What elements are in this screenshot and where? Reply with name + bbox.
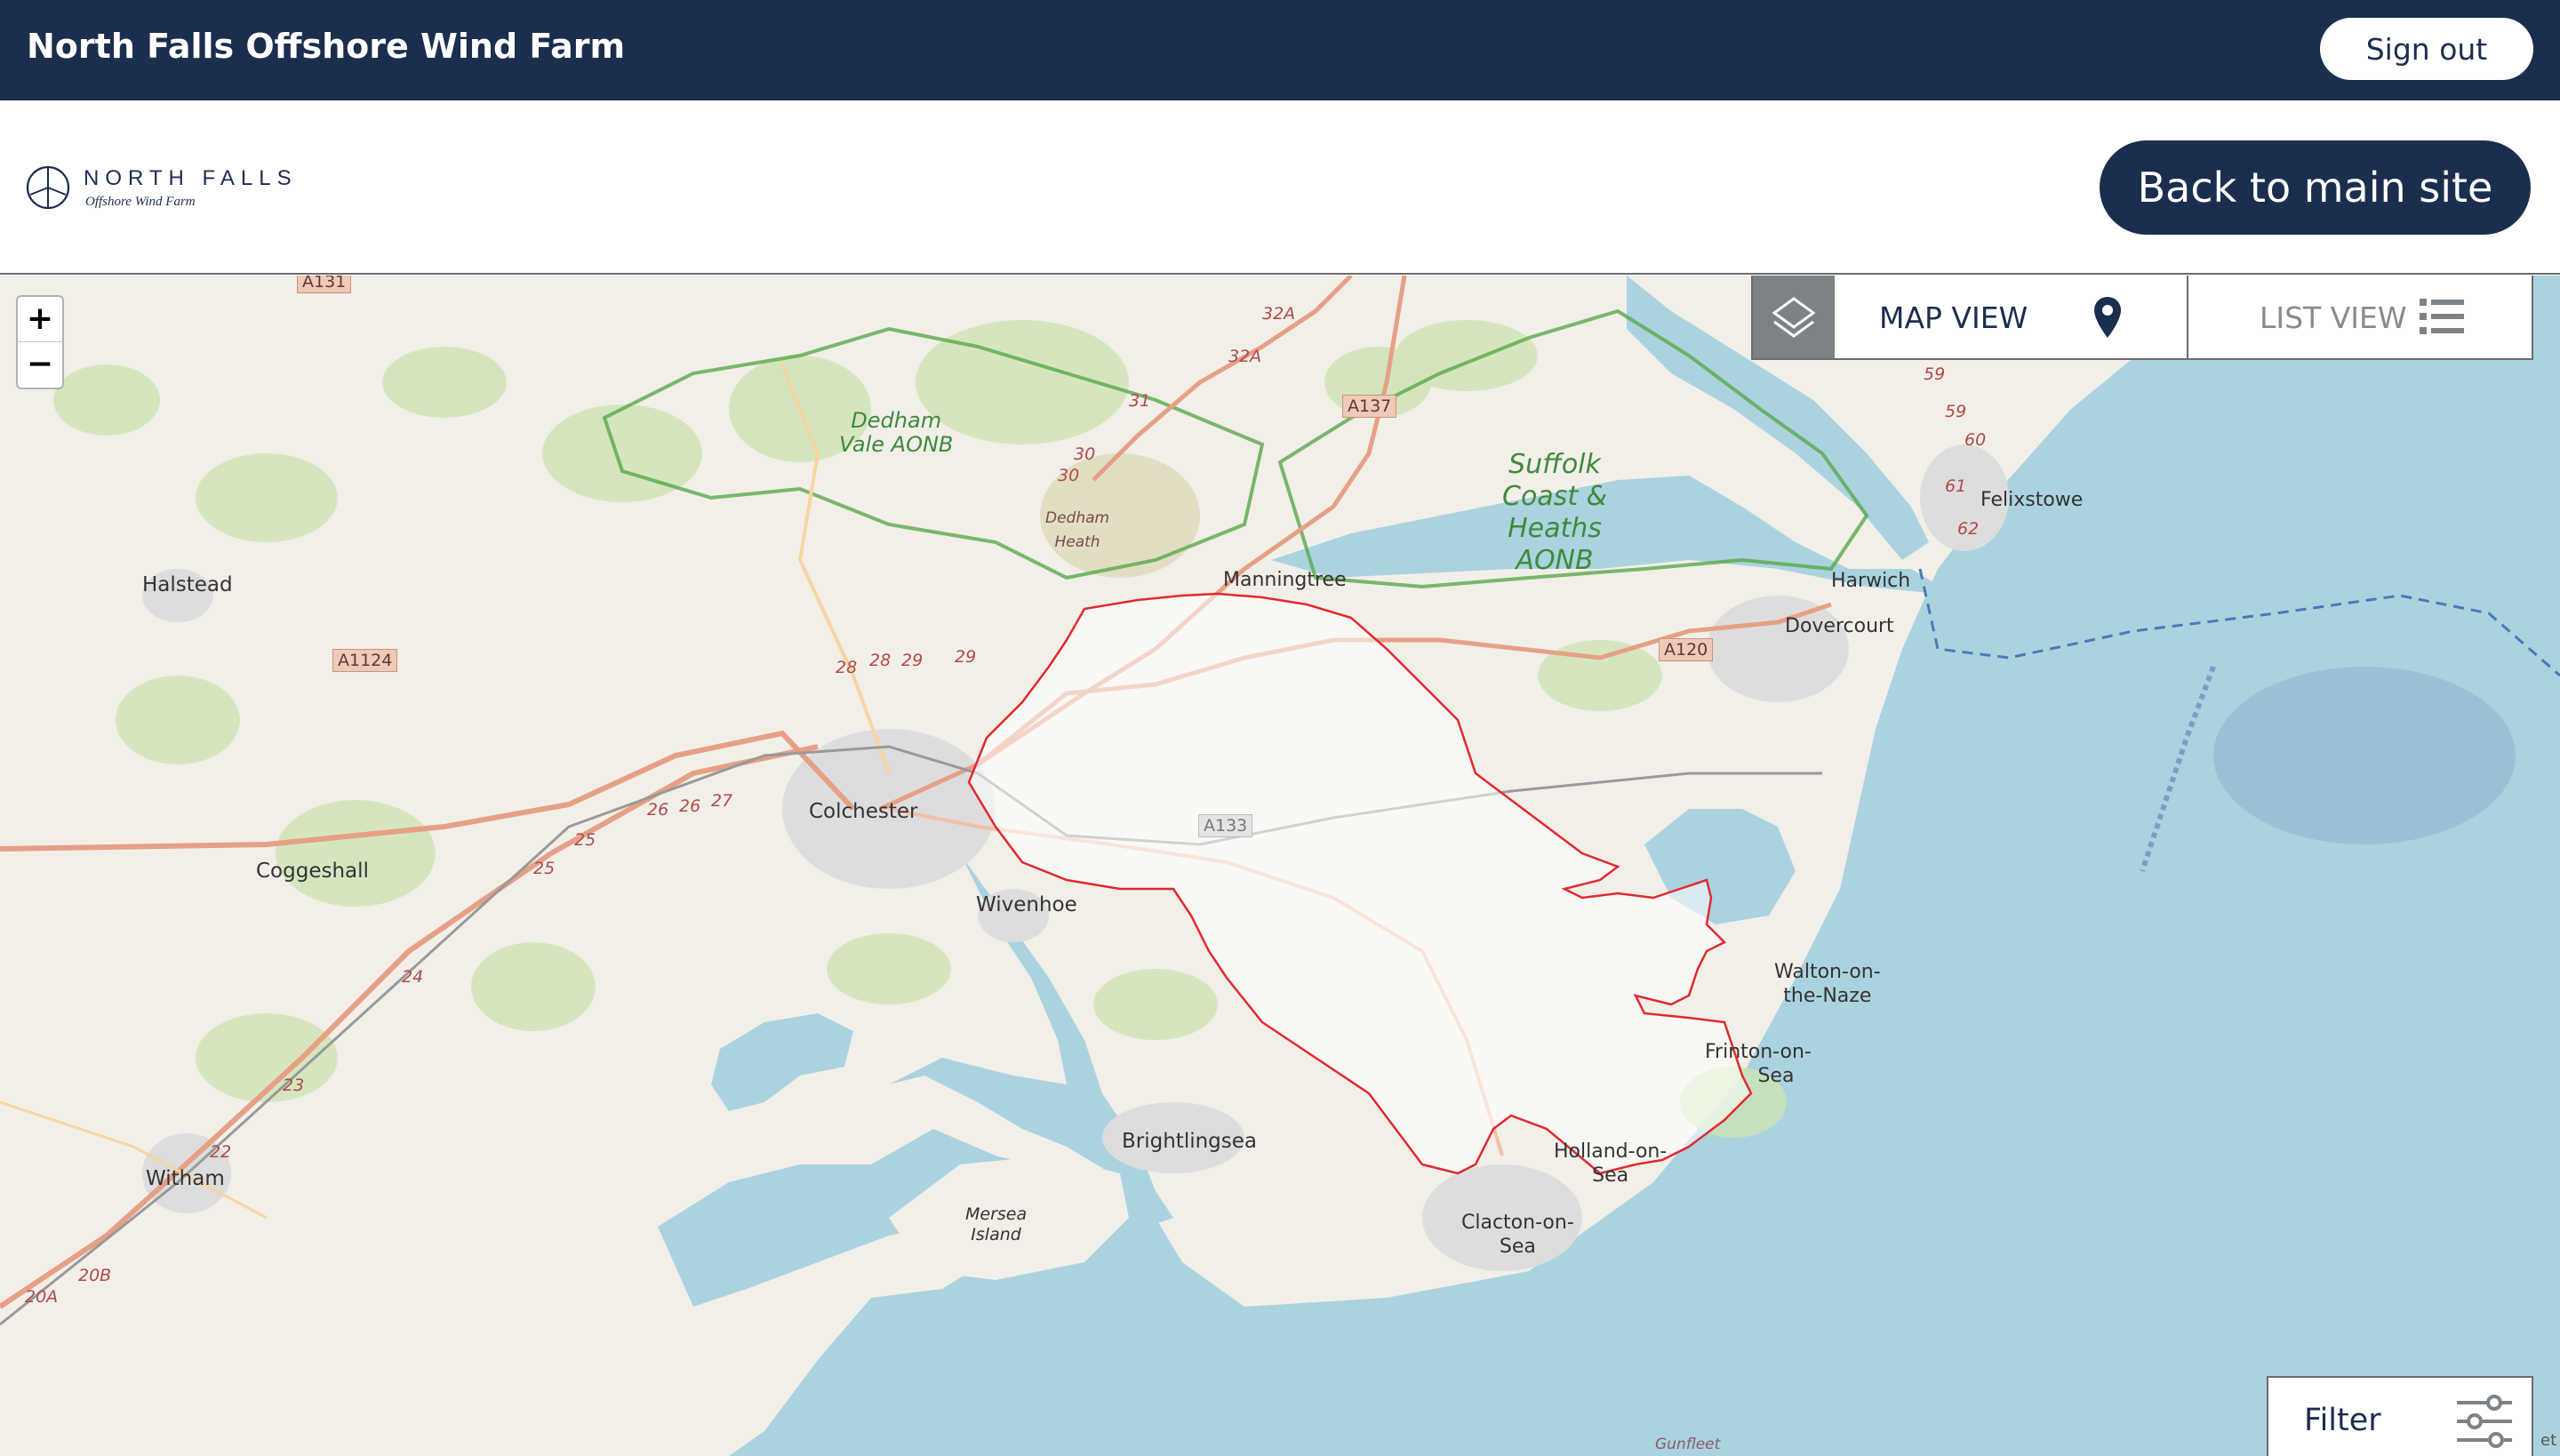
junction-label: 59 bbox=[1924, 364, 1946, 384]
junction-label: 28 bbox=[869, 651, 892, 670]
place-label-felixstowe: Felixstowe bbox=[1980, 489, 2084, 511]
sliders-icon bbox=[2457, 1395, 2512, 1448]
place-label-clacton: Clacton-on- Sea bbox=[1461, 1212, 1574, 1258]
north-falls-logo[interactable]: NORTH FALLS Offshore Wind Farm bbox=[25, 163, 327, 225]
logo-wordmark: NORTH FALLS bbox=[84, 166, 298, 190]
junction-label: 25 bbox=[533, 859, 556, 878]
junction-label: 27 bbox=[711, 791, 733, 811]
junction-label: 26 bbox=[647, 800, 669, 820]
logo-tagline: Offshore Wind Farm bbox=[85, 195, 196, 209]
junction-label: 20B bbox=[78, 1266, 112, 1285]
filter-button[interactable]: Filter bbox=[2267, 1376, 2533, 1456]
junction-label: 29 bbox=[901, 651, 924, 670]
back-to-main-site-button[interactable]: Back to main site bbox=[2100, 140, 2531, 235]
junction-label: 62 bbox=[1957, 519, 1980, 539]
place-label-halstead: Halstead bbox=[142, 573, 233, 596]
junction-label: 29 bbox=[955, 647, 977, 667]
turbine-logo-icon bbox=[26, 165, 70, 210]
aonb-label-dedham-vale: Dedham Vale AONB bbox=[839, 408, 954, 457]
junction-label: 30 bbox=[1058, 466, 1080, 485]
junction-label: 61 bbox=[1945, 476, 1967, 496]
place-label-colchester: Colchester bbox=[809, 800, 918, 823]
filter-label: Filter bbox=[2304, 1403, 2381, 1438]
junction-label: 30 bbox=[1074, 444, 1096, 464]
layers-button[interactable] bbox=[1753, 276, 1835, 358]
junction-label: 31 bbox=[1129, 391, 1151, 411]
map-view-label: MAP VIEW bbox=[1879, 300, 2028, 335]
junction-label: 60 bbox=[1964, 430, 1987, 450]
junction-label: 25 bbox=[574, 830, 596, 850]
junction-label: 32A bbox=[1262, 304, 1296, 324]
junction-label: 24 bbox=[402, 967, 424, 987]
junction-label: 28 bbox=[836, 658, 858, 677]
map-pin-icon bbox=[2094, 297, 2121, 338]
junction-label: 22 bbox=[210, 1142, 232, 1162]
place-label-wivenhoe: Wivenhoe bbox=[976, 893, 1077, 916]
top-bar: North Falls Offshore Wind Farm Sign out bbox=[0, 0, 2560, 100]
place-label-coggeshall: Coggeshall bbox=[256, 860, 369, 883]
list-icon bbox=[2420, 299, 2464, 334]
map-attribution[interactable]: et bbox=[2540, 1431, 2556, 1450]
layers-icon bbox=[1772, 297, 1816, 338]
place-label-walton: Walton-on-the-Naze bbox=[1774, 961, 1881, 1007]
aonb-label-suffolk-coast: Suffolk Coast & Heaths AONB bbox=[1502, 449, 1608, 576]
list-view-button[interactable]: LIST VIEW bbox=[2190, 276, 2533, 358]
wind-farm-array-area bbox=[2213, 667, 2516, 844]
place-label-harwich: Harwich bbox=[1831, 570, 1911, 592]
zoom-in-button[interactable]: + bbox=[18, 297, 62, 342]
list-view-label: LIST VIEW bbox=[2260, 300, 2407, 335]
map-view-button[interactable]: MAP VIEW bbox=[1835, 276, 2188, 358]
place-label-mersea-island: Mersea Island bbox=[965, 1204, 1028, 1244]
junction-label: 32A bbox=[1228, 347, 1262, 366]
road-shield-a133: A133 bbox=[1198, 814, 1253, 837]
app-title: North Falls Offshore Wind Farm bbox=[27, 27, 626, 66]
road-shield-a131: A131 bbox=[297, 276, 352, 293]
map-canvas[interactable]: Halstead Coggeshall Witham Colchester Wi… bbox=[0, 276, 2560, 1456]
road-shield-a1124: A1124 bbox=[332, 649, 398, 672]
place-label-gunfleet: Gunfleet bbox=[1655, 1436, 1721, 1453]
site-header: NORTH FALLS Offshore Wind Farm Back to m… bbox=[0, 100, 2560, 275]
place-label-witham: Witham bbox=[146, 1167, 225, 1190]
place-label-holland: Holland-on- Sea bbox=[1554, 1140, 1668, 1187]
view-toggle-bar: MAP VIEW LIST VIEW bbox=[1751, 276, 2533, 360]
place-label-manningtree: Manningtree bbox=[1223, 569, 1347, 591]
road-shield-a120: A120 bbox=[1659, 638, 1714, 661]
place-label-brightlingsea: Brightlingsea bbox=[1122, 1130, 1258, 1153]
map-tiles[interactable] bbox=[0, 276, 2560, 1456]
zoom-control: + − bbox=[16, 295, 64, 389]
junction-label: 20A bbox=[25, 1287, 59, 1307]
road-shield-a137: A137 bbox=[1342, 395, 1397, 418]
place-label-dovercourt: Dovercourt bbox=[1785, 615, 1894, 637]
place-label-frinton: Frinton-on- Sea bbox=[1705, 1041, 1812, 1087]
junction-label: 26 bbox=[679, 796, 701, 816]
place-label-dedham-heath: Dedham Heath bbox=[1045, 509, 1110, 551]
sign-out-button[interactable]: Sign out bbox=[2320, 18, 2533, 80]
zoom-out-button[interactable]: − bbox=[18, 342, 62, 388]
junction-label: 59 bbox=[1945, 402, 1967, 421]
junction-label: 23 bbox=[283, 1076, 305, 1095]
